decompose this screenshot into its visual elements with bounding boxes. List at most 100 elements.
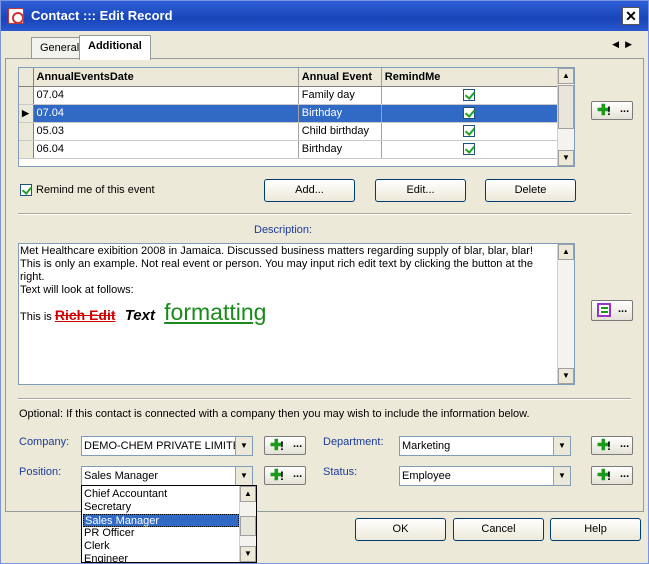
description-line: Met Healthcare exibition 2008 in Jamaica… bbox=[20, 245, 533, 257]
list-item[interactable]: Chief Accountant bbox=[83, 488, 239, 501]
department-value: Marketing bbox=[402, 440, 451, 452]
chevron-down-icon[interactable]: ▼ bbox=[235, 467, 252, 485]
scroll-up-icon[interactable]: ▲ bbox=[558, 68, 574, 84]
rich-edit-button[interactable]: ... bbox=[591, 300, 633, 321]
remind-cell[interactable] bbox=[381, 122, 559, 141]
scroll-thumb[interactable] bbox=[240, 516, 256, 536]
remind-checkbox[interactable] bbox=[463, 143, 476, 156]
edit-record-window: Contact ::: Edit Record ✕ General Additi… bbox=[0, 0, 649, 564]
column-header-date[interactable]: AnnualEventsDate bbox=[33, 68, 299, 87]
rich-prefix: This is bbox=[20, 311, 52, 323]
description-line: Text will look at follows: bbox=[20, 284, 134, 296]
add-status-button[interactable]: ✚ ! ... bbox=[591, 466, 633, 485]
chevron-down-icon[interactable]: ▼ bbox=[553, 467, 570, 485]
remind-checkbox[interactable] bbox=[463, 89, 476, 102]
add-position-button[interactable]: ✚ ! ... bbox=[264, 466, 306, 485]
exclamation-icon: ! bbox=[607, 439, 611, 453]
scroll-up-icon[interactable]: ▲ bbox=[240, 486, 256, 502]
tab-next-icon[interactable]: ▶ bbox=[625, 39, 638, 49]
table-row[interactable]: 07.04 Family day bbox=[19, 86, 559, 105]
add-event-type-button[interactable]: ✚ ! ... bbox=[591, 101, 633, 120]
remind-me-checkbox[interactable] bbox=[20, 184, 32, 196]
rich-large-text: formatting bbox=[164, 299, 267, 325]
event-date-cell[interactable]: 06.04 bbox=[33, 140, 299, 159]
position-label: Position: bbox=[19, 466, 62, 478]
event-name-cell[interactable]: Family day bbox=[298, 86, 382, 105]
event-date-cell[interactable]: 07.04 bbox=[33, 104, 299, 123]
grid-header-indicator bbox=[19, 68, 34, 87]
remind-me-label[interactable]: Remind me of this event bbox=[36, 184, 155, 196]
help-button[interactable]: Help bbox=[550, 518, 641, 541]
description-editor[interactable]: Met Healthcare exibition 2008 in Jamaica… bbox=[18, 243, 575, 385]
grid-scrollbar[interactable]: ▲ ▼ bbox=[557, 68, 574, 166]
status-select[interactable]: Employee ▼ bbox=[399, 466, 571, 486]
event-name-cell[interactable]: Child birthday bbox=[298, 122, 382, 141]
scroll-down-icon[interactable]: ▼ bbox=[558, 368, 574, 384]
description-scrollbar[interactable]: ▲ ▼ bbox=[557, 244, 574, 384]
status-value: Employee bbox=[402, 470, 451, 482]
rich-text-icon bbox=[597, 303, 611, 317]
list-item[interactable]: Secretary bbox=[83, 501, 239, 514]
department-select[interactable]: Marketing ▼ bbox=[399, 436, 571, 456]
company-select[interactable]: DEMO-CHEM PRIVATE LIMITED ▼ bbox=[81, 436, 253, 456]
dropdown-scrollbar[interactable]: ▲ ▼ bbox=[239, 486, 256, 562]
close-button[interactable]: ✕ bbox=[622, 7, 640, 25]
table-row-selected[interactable]: ▶ 07.04 Birthday bbox=[19, 104, 559, 123]
row-indicator bbox=[19, 140, 34, 159]
optional-note: Optional: If this contact is connected w… bbox=[19, 408, 530, 420]
rich-italic-text: Text bbox=[124, 307, 155, 324]
add-company-button[interactable]: ✚ ! ... bbox=[264, 436, 306, 455]
chevron-down-icon[interactable]: ▼ bbox=[553, 437, 570, 455]
ellipsis-icon: ... bbox=[293, 468, 303, 480]
event-date-cell[interactable]: 07.04 bbox=[33, 86, 299, 105]
tab-nav: ◀▶ bbox=[612, 39, 638, 50]
remind-cell[interactable] bbox=[381, 140, 559, 159]
event-date-cell[interactable]: 05.03 bbox=[33, 122, 299, 141]
scroll-up-icon[interactable]: ▲ bbox=[558, 244, 574, 260]
remind-cell[interactable] bbox=[381, 104, 559, 123]
column-header-event[interactable]: Annual Event bbox=[298, 68, 382, 87]
edit-button[interactable]: Edit... bbox=[375, 179, 466, 202]
position-dropdown-list[interactable]: Chief Accountant Secretary Sales Manager… bbox=[81, 485, 257, 563]
list-item[interactable]: Clerk bbox=[83, 540, 239, 553]
event-name-cell[interactable]: Birthday bbox=[298, 104, 382, 123]
row-indicator bbox=[19, 86, 34, 105]
rich-strike-text: Rich Edit bbox=[54, 307, 116, 323]
delete-button[interactable]: Delete bbox=[485, 179, 576, 202]
table-row[interactable]: 05.03 Child birthday bbox=[19, 122, 559, 141]
ellipsis-icon: ... bbox=[293, 438, 303, 450]
chevron-down-icon[interactable]: ▼ bbox=[235, 437, 252, 455]
list-item-selected[interactable]: Sales Manager bbox=[83, 514, 239, 527]
cancel-button[interactable]: Cancel bbox=[453, 518, 544, 541]
list-item[interactable]: Engineer bbox=[83, 553, 239, 562]
add-button[interactable]: Add... bbox=[264, 179, 355, 202]
list-item[interactable]: PR Officer bbox=[83, 527, 239, 540]
current-row-arrow-icon: ▶ bbox=[22, 108, 29, 118]
description-text: Met Healthcare exibition 2008 in Jamaica… bbox=[20, 245, 540, 324]
exclamation-icon: ! bbox=[280, 469, 284, 483]
window-title: Contact ::: Edit Record bbox=[31, 8, 173, 23]
column-header-remind[interactable]: RemindMe bbox=[381, 68, 559, 87]
scroll-thumb[interactable] bbox=[558, 85, 574, 129]
event-name-cell[interactable]: Birthday bbox=[298, 140, 382, 159]
ok-button[interactable]: OK bbox=[355, 518, 446, 541]
table-row[interactable]: 06.04 Birthday bbox=[19, 140, 559, 159]
scroll-down-icon[interactable]: ▼ bbox=[240, 546, 256, 562]
ellipsis-icon: ... bbox=[620, 438, 630, 450]
remind-cell[interactable] bbox=[381, 86, 559, 105]
annual-events-grid[interactable]: AnnualEventsDate Annual Event RemindMe 0… bbox=[18, 67, 575, 167]
exclamation-icon: ! bbox=[607, 469, 611, 483]
app-icon bbox=[8, 8, 24, 24]
add-department-button[interactable]: ✚ ! ... bbox=[591, 436, 633, 455]
position-select[interactable]: Sales Manager ▼ bbox=[81, 466, 253, 486]
tab-strip: General Additional ◀▶ bbox=[1, 31, 648, 60]
department-label: Department: bbox=[323, 436, 384, 448]
exclamation-icon: ! bbox=[280, 439, 284, 453]
tab-prev-icon[interactable]: ◀ bbox=[612, 39, 625, 49]
title-bar[interactable]: Contact ::: Edit Record ✕ bbox=[1, 1, 648, 31]
tab-additional[interactable]: Additional bbox=[79, 35, 151, 60]
ellipsis-icon: ... bbox=[620, 103, 630, 115]
remind-checkbox[interactable] bbox=[463, 107, 476, 120]
scroll-down-icon[interactable]: ▼ bbox=[558, 150, 574, 166]
remind-checkbox[interactable] bbox=[463, 125, 476, 138]
